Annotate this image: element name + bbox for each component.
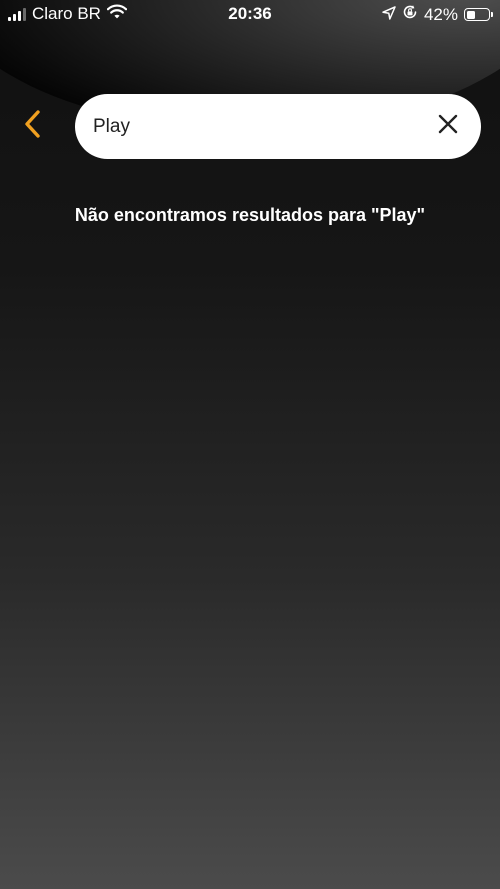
clear-search-button[interactable] (435, 113, 461, 139)
chevron-left-icon (22, 109, 42, 144)
back-button[interactable] (14, 108, 50, 144)
orientation-lock-icon (402, 4, 418, 25)
battery-percent: 42% (423, 4, 458, 24)
battery-level (466, 10, 475, 19)
location-arrow-icon (382, 5, 396, 25)
close-icon (438, 114, 458, 139)
search-input[interactable] (93, 108, 413, 146)
no-results-message: Não encontramos resultados para "Play" (74, 205, 426, 225)
status-right: 42% (382, 4, 493, 25)
battery-icon (464, 8, 493, 21)
search-bar (75, 94, 481, 159)
status-bar: Claro BR 20:36 42% (0, 0, 500, 28)
